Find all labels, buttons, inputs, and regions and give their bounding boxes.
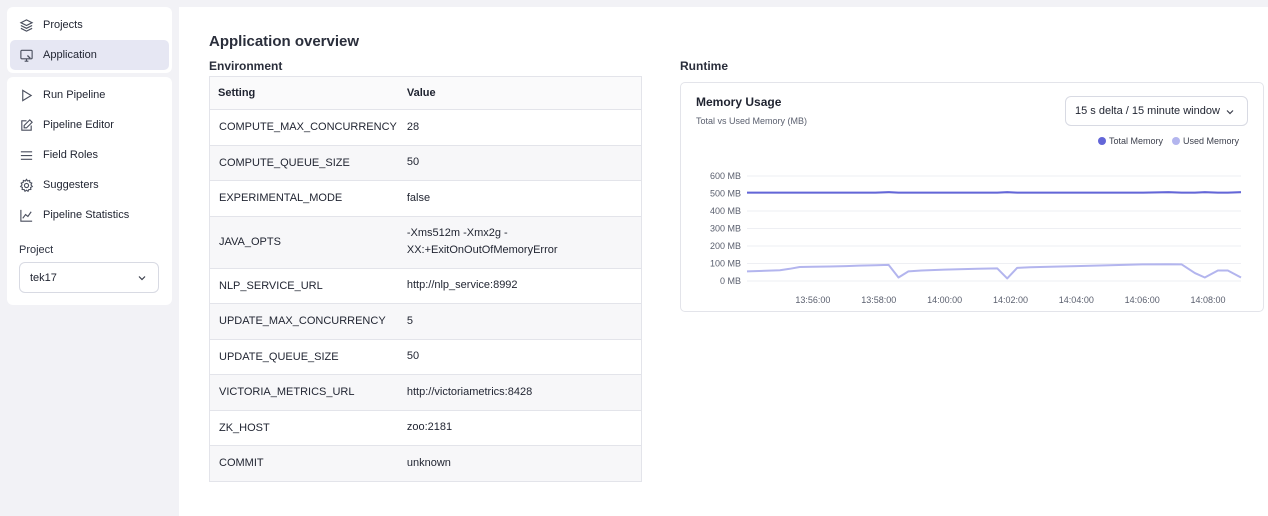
chevron-down-icon [138, 276, 146, 281]
legend-label-total: Total Memory [1108, 136, 1163, 146]
value-line: -Xms512m -Xmx2g - [406, 227, 508, 239]
y-tick-label: 300 MB [710, 224, 741, 234]
time-range-select[interactable]: 15 s delta / 15 minute window [1065, 96, 1248, 126]
sidebar-item-run-pipeline[interactable]: Run Pipeline [10, 80, 169, 110]
legend-item-total[interactable]: Total Memory [1097, 136, 1163, 146]
legend-item-used[interactable]: Used Memory [1171, 136, 1239, 146]
value-cell: http://victoriametrics:8428 [396, 374, 642, 411]
setting-cell: UPDATE_MAX_CONCURRENCY [209, 303, 397, 340]
menu-icon [20, 150, 33, 160]
project-select-value: tek17 [30, 271, 57, 284]
x-tick-label: 14:08:00 [1191, 295, 1226, 305]
value-cell: http://nlp_service:8992 [396, 268, 642, 304]
table-row: COMPUTE_QUEUE_SIZE 50 [209, 145, 642, 181]
chart-title: Memory Usage [696, 95, 782, 109]
layers-icon [19, 18, 34, 32]
chart-subtitle: Total vs Used Memory (MB) [696, 116, 808, 126]
value-cell: 28 [396, 109, 642, 146]
y-tick-label: 100 MB [710, 259, 741, 269]
sidebar: Projects Application Run Pipeline Pipeli… [0, 0, 179, 516]
y-tick-label: 400 MB [710, 206, 741, 216]
setting-cell: UPDATE_QUEUE_SIZE [209, 339, 397, 375]
table-row: UPDATE_MAX_CONCURRENCY 5 [209, 303, 642, 340]
value-cell: 5 [396, 303, 642, 340]
setting-cell: NLP_SERVICE_URL [209, 268, 397, 304]
column-header-setting: Setting [209, 76, 397, 110]
setting-cell: ZK_HOST [209, 410, 397, 446]
time-range-value: 15 s delta / 15 minute window [1075, 105, 1220, 117]
environment-table: Setting Value COMPUTE_MAX_CONCURRENCY 28 … [209, 76, 642, 482]
x-tick-label: 14:00:00 [927, 295, 962, 305]
setting-cell: COMPUTE_MAX_CONCURRENCY [209, 109, 397, 146]
value-cell: false [396, 180, 642, 217]
series-line-used-memory [746, 263, 1242, 280]
setting-cell: EXPERIMENTAL_MODE [209, 180, 397, 217]
table-row: UPDATE_QUEUE_SIZE 50 [209, 339, 642, 375]
table-row: EXPERIMENTAL_MODE false [209, 180, 642, 217]
environment-title: Environment [209, 59, 283, 73]
sidebar-item-field-roles[interactable]: Field Roles [10, 140, 169, 170]
table-row: NLP_SERVICE_URL http://nlp_service:8992 [209, 268, 642, 304]
y-tick-label: 600 MB [710, 171, 741, 181]
value-cell: unknown [396, 445, 642, 481]
sidebar-item-pipeline-editor[interactable]: Pipeline Editor [10, 110, 169, 140]
value-line: XX:+ExitOnOutOfMemoryError [406, 244, 558, 256]
play-icon [22, 88, 33, 102]
y-tick-label: 500 MB [710, 189, 741, 199]
table-row: ZK_HOST zoo:2181 [209, 410, 642, 446]
sidebar-item-application[interactable]: Application [10, 40, 169, 70]
setting-cell: JAVA_OPTS [209, 216, 397, 269]
series-line-total-memory [747, 191, 1242, 194]
project-select[interactable]: tek17 [19, 262, 159, 293]
memory-chart: 600 MB 500 MB 400 MB 300 MB 200 MB 100 MB 0 MB… [710, 171, 1242, 305]
table-row: VICTORIA_METRICS_URL http://victoriametri… [209, 374, 642, 411]
edit-icon [21, 118, 33, 131]
x-tick-label: 14:06:00 [1125, 295, 1160, 305]
setting-cell: COMPUTE_QUEUE_SIZE [209, 145, 397, 181]
sidebar-item-label: Pipeline Editor [43, 119, 114, 131]
y-tick-label: 0 MB [720, 276, 741, 286]
sidebar-item-label: Application [43, 49, 97, 61]
x-tick-label: 13:58:00 [861, 295, 896, 305]
value-cell: 50 [396, 339, 642, 375]
line-chart-icon [20, 209, 33, 222]
table-row: COMMIT unknown [209, 445, 642, 481]
legend-dot-used [1171, 137, 1180, 145]
x-tick-label: 14:02:00 [993, 295, 1028, 305]
monitor-icon [20, 49, 33, 62]
sidebar-item-label: Field Roles [43, 149, 99, 161]
sidebar-top-panel: Projects Application [7, 7, 172, 73]
sidebar-item-pipeline-statistics[interactable]: Pipeline Statistics [10, 200, 169, 230]
setting-cell: COMMIT [209, 445, 397, 481]
sidebar-item-label: Projects [43, 19, 83, 31]
main-content: Application overview Environment Runtime… [179, 7, 1268, 516]
value-cell: zoo:2181 [396, 410, 642, 446]
legend-dot-total [1097, 137, 1106, 145]
table-row: JAVA_OPTS -Xms512m -Xmx2g - XX:+ExitOnOutO… [209, 216, 642, 269]
sidebar-item-label: Pipeline Statistics [43, 209, 130, 221]
value-cell: -Xms512m -Xmx2g - XX:+ExitOnOutOfMemoryEr… [396, 216, 642, 269]
chevron-down-icon [1226, 110, 1234, 115]
sidebar-item-suggesters[interactable]: Suggesters [10, 170, 169, 200]
legend-label-used: Used Memory [1182, 136, 1239, 146]
setting-cell: VICTORIA_METRICS_URL [209, 374, 397, 411]
value-cell: 50 [396, 145, 642, 181]
x-tick-label: 14:04:00 [1059, 295, 1094, 305]
sidebar-item-projects[interactable]: Projects [10, 10, 169, 40]
y-tick-label: 200 MB [710, 241, 741, 251]
runtime-title: Runtime [680, 59, 728, 73]
table-header-row: Setting Value [209, 76, 642, 110]
sidebar-item-label: Run Pipeline [43, 89, 106, 101]
sidebar-item-label: Suggesters [43, 179, 99, 191]
x-tick-label: 13:56:00 [795, 295, 830, 305]
column-header-value: Value [396, 76, 642, 110]
project-label: Project [19, 244, 54, 256]
gear-icon [19, 177, 34, 192]
page-title: Application overview [209, 33, 360, 50]
memory-usage-card: Memory Usage Total vs Used Memory (MB) 1… [680, 82, 1264, 312]
chart-legend: Total Memory Used Memory [1089, 136, 1239, 146]
table-row: COMPUTE_MAX_CONCURRENCY 28 [209, 109, 642, 146]
